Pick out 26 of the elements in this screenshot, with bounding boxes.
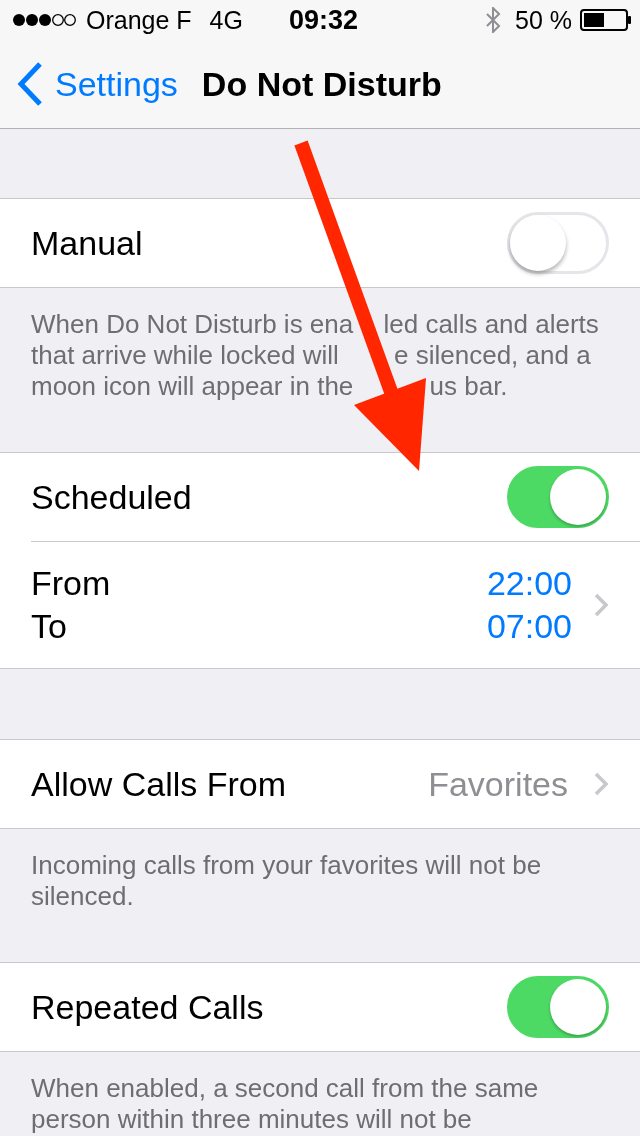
setting-label: From xyxy=(31,563,111,604)
setting-label: To xyxy=(31,606,68,647)
time-value[interactable]: 07:00 xyxy=(486,605,572,648)
network-type: 4G xyxy=(209,5,243,35)
chevron-right-icon xyxy=(594,593,608,617)
setting-label: Repeated Calls xyxy=(31,987,264,1027)
toggle-switch[interactable] xyxy=(507,466,609,528)
setting-label: Scheduled xyxy=(31,477,192,517)
footer-text: Incoming calls from your favorites will not be silenced. xyxy=(31,850,543,912)
carrier-name: Orange F xyxy=(86,5,192,35)
battery-percent: 50 % xyxy=(515,5,572,35)
footer-text: When Do Not Disturb is ena led calls and alerts that arrive while locked will e silenced, and a moon icon will appear in the us bar. xyxy=(31,309,600,402)
time-value[interactable]: 22:00 xyxy=(486,562,572,605)
page-title: Do Not Disturb xyxy=(201,64,442,104)
chevron-left-icon xyxy=(17,62,43,106)
toggle-switch[interactable] xyxy=(507,976,609,1038)
clock-time: 09:32 xyxy=(288,5,359,35)
battery-icon xyxy=(580,9,632,31)
back-button[interactable]: Settings xyxy=(0,62,178,106)
setting-label: Manual xyxy=(31,223,143,263)
bluetooth-icon xyxy=(485,7,501,33)
chevron-right-icon xyxy=(594,772,608,796)
setting-value[interactable]: Favorites xyxy=(428,764,568,804)
footer-text: When enabled, a second call from the same person within three minutes will not be xyxy=(31,1073,540,1135)
signal-strength-icon xyxy=(12,13,76,27)
setting-label: Allow Calls From xyxy=(31,764,287,804)
